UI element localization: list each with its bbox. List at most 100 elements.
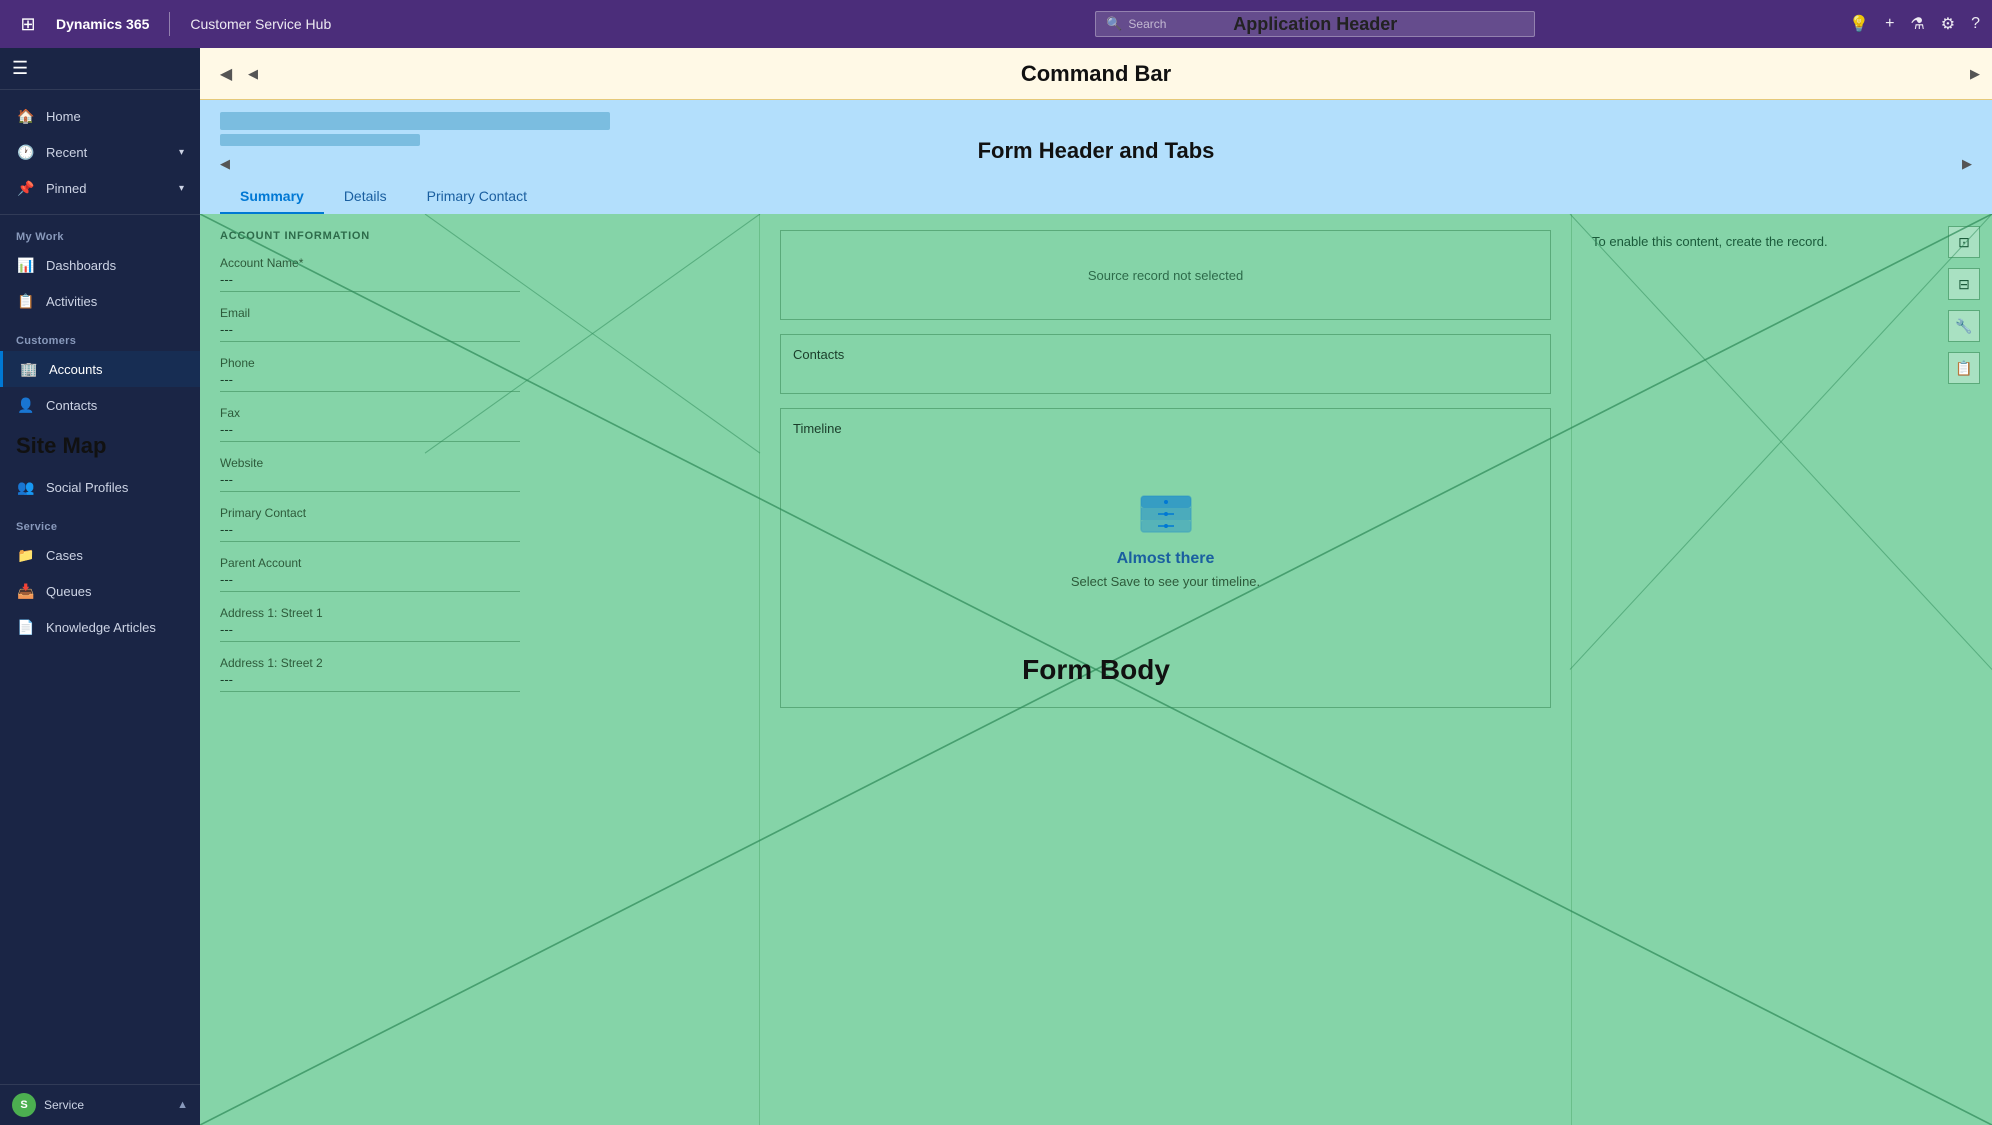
phone-value[interactable]: ---: [220, 372, 520, 392]
lightbulb-icon[interactable]: 💡: [1849, 14, 1869, 34]
sidebar-item-contacts[interactable]: 👤 Contacts: [0, 387, 200, 423]
sidebar-item-queues[interactable]: 📥 Queues: [0, 573, 200, 609]
source-record-box: Source record not selected: [780, 230, 1551, 320]
social-profiles-icon: 👥: [16, 477, 36, 497]
sidebar-top: 🏠 Home 🕐 Recent ▾ 📌 Pinned ▾: [0, 90, 200, 215]
sidebar-item-pinned[interactable]: 📌 Pinned ▾: [0, 170, 200, 206]
sidebar-social-label: Social Profiles: [46, 480, 128, 495]
waffle-icon[interactable]: ⊞: [12, 8, 44, 40]
hamburger-menu[interactable]: ☰: [12, 58, 28, 78]
field-fax: Fax ---: [220, 406, 739, 442]
activities-icon: 📋: [16, 291, 36, 311]
command-bar-label: Command Bar: [1021, 61, 1171, 87]
form-tabs: Summary Details Primary Contact: [220, 180, 1972, 214]
right-panel-icons: ⊡ ⊟ 🔧 📋: [1948, 226, 1980, 384]
command-bar: ◀ ◀ Command Bar ▶: [200, 48, 1992, 100]
contacts-box: Contacts: [780, 334, 1551, 394]
help-icon[interactable]: ?: [1971, 15, 1980, 33]
website-value[interactable]: ---: [220, 472, 520, 492]
bottom-chevron[interactable]: ▲: [177, 1099, 188, 1111]
address1-street2-value[interactable]: ---: [220, 672, 520, 692]
recent-icon: 🕐: [16, 142, 36, 162]
brand-name: Dynamics 365: [56, 16, 149, 32]
search-area: 🔍 Search Application Header: [1095, 11, 1535, 37]
settings-icon[interactable]: ⚙: [1941, 14, 1955, 34]
tab-details[interactable]: Details: [324, 180, 407, 214]
field-address1-street1: Address 1: Street 1 ---: [220, 606, 739, 642]
sidebar-item-social-profiles[interactable]: 👥 Social Profiles: [0, 469, 200, 505]
form-header-arrow-left: ◀: [220, 156, 230, 172]
website-label: Website: [220, 456, 739, 470]
knowledge-icon: 📄: [16, 617, 36, 637]
section-my-work: My Work: [0, 215, 200, 247]
primary-contact-value[interactable]: ---: [220, 522, 520, 542]
form-subtitle-bar: [220, 134, 420, 146]
parent-account-value[interactable]: ---: [220, 572, 520, 592]
tab-primary-contact[interactable]: Primary Contact: [407, 180, 547, 214]
brand: Dynamics 365 Customer Service Hub: [56, 12, 331, 36]
section-service: Service: [0, 505, 200, 537]
sidebar-item-recent[interactable]: 🕐 Recent ▾: [0, 134, 200, 170]
contacts-label: Contacts: [793, 347, 1538, 362]
timeline-box: Timeline: [780, 408, 1551, 708]
right-panel-icon-wrench[interactable]: 🔧: [1948, 310, 1980, 342]
home-icon: 🏠: [16, 106, 36, 126]
primary-contact-label: Primary Contact: [220, 506, 739, 520]
chevron-down-icon: ▾: [179, 147, 184, 158]
account-name-value[interactable]: ---: [220, 272, 520, 292]
field-phone: Phone ---: [220, 356, 739, 392]
sidebar-queues-label: Queues: [46, 584, 92, 599]
form-middle-column: Source record not selected Contacts Time…: [760, 214, 1572, 1125]
sidebar-item-knowledge-articles[interactable]: 📄 Knowledge Articles: [0, 609, 200, 645]
field-primary-contact: Primary Contact ---: [220, 506, 739, 542]
account-name-label: Account Name*: [220, 256, 739, 270]
sidebar-item-home[interactable]: 🏠 Home: [0, 98, 200, 134]
email-value[interactable]: ---: [220, 322, 520, 342]
tab-summary[interactable]: Summary: [220, 180, 324, 214]
add-icon[interactable]: +: [1885, 15, 1894, 33]
timeline-almost-title: Almost there: [1117, 550, 1215, 568]
email-label: Email: [220, 306, 739, 320]
sidebar-accounts-label: Accounts: [49, 362, 102, 377]
back-button[interactable]: ◀: [212, 60, 240, 88]
field-email: Email ---: [220, 306, 739, 342]
header-actions: 💡 + ⚗ ⚙ ?: [1849, 14, 1980, 34]
form-right-column: To enable this content, create the recor…: [1572, 214, 1992, 1125]
sidebar-item-accounts[interactable]: 🏢 Accounts: [0, 351, 200, 387]
dashboards-icon: 📊: [16, 255, 36, 275]
cases-icon: 📁: [16, 545, 36, 565]
sidebar-item-cases[interactable]: 📁 Cases: [0, 537, 200, 573]
sidebar-activities-label: Activities: [46, 294, 97, 309]
sidebar-item-activities[interactable]: 📋 Activities: [0, 283, 200, 319]
search-icon: 🔍: [1106, 16, 1122, 32]
user-avatar: S: [12, 1093, 36, 1117]
fax-value[interactable]: ---: [220, 422, 520, 442]
right-panel-icon-window[interactable]: ⊟: [1948, 268, 1980, 300]
form-title-bar: [220, 112, 610, 130]
pin-icon: 📌: [16, 178, 36, 198]
filter-icon[interactable]: ⚗: [1910, 14, 1924, 34]
form-header-label: Form Header and Tabs: [978, 138, 1215, 164]
bottom-service-label: Service: [44, 1098, 84, 1112]
parent-account-label: Parent Account: [220, 556, 739, 570]
sidebar-pinned-label: Pinned: [46, 181, 86, 196]
command-bar-arrow-left: ◀: [248, 66, 258, 82]
form-body: Form Body ACCOUNT INFORMATION Account Na…: [200, 214, 1992, 1125]
form-header-arrow-right: ▶: [1962, 156, 1972, 172]
queues-icon: 📥: [16, 581, 36, 601]
source-record-text: Source record not selected: [1088, 268, 1243, 283]
command-bar-arrow-right: ▶: [1970, 66, 1980, 82]
sidebar-recent-label: Recent: [46, 145, 87, 160]
sidebar-item-dashboards[interactable]: 📊 Dashboards: [0, 247, 200, 283]
right-panel-icon-grid[interactable]: ⊡: [1948, 226, 1980, 258]
module-name: Customer Service Hub: [190, 16, 331, 32]
sidebar-contacts-label: Contacts: [46, 398, 97, 413]
search-input[interactable]: Search: [1128, 17, 1166, 31]
form-header: ◀ Form Header and Tabs ▶ Summary Details…: [200, 100, 1992, 214]
search-box[interactable]: 🔍 Search: [1095, 11, 1535, 37]
form-left-column: ACCOUNT INFORMATION Account Name* --- Em…: [200, 214, 760, 1125]
right-panel-icon-doc[interactable]: 📋: [1948, 352, 1980, 384]
address1-street1-value[interactable]: ---: [220, 622, 520, 642]
fax-label: Fax: [220, 406, 739, 420]
right-panel-enable-msg: To enable this content, create the recor…: [1592, 230, 1972, 249]
